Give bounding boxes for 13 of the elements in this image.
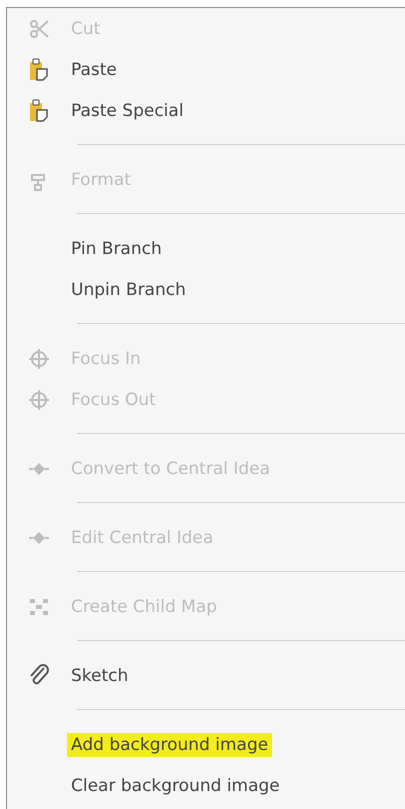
crosshair-icon bbox=[28, 348, 50, 370]
scissors-icon bbox=[28, 18, 50, 40]
clipboard-icon bbox=[28, 98, 50, 122]
menu-item[interactable]: Pin Branch bbox=[67, 236, 166, 260]
menu-item[interactable]: Clear background image bbox=[67, 774, 284, 798]
menu-item[interactable]: Sketch bbox=[67, 664, 132, 688]
menu-item[interactable]: Paste Special bbox=[67, 98, 188, 122]
crosshair-icon bbox=[28, 388, 50, 410]
menu-item[interactable]: Paste bbox=[67, 58, 121, 82]
clipboard-icon bbox=[28, 58, 50, 82]
paperclip-icon bbox=[28, 664, 50, 688]
menu-item[interactable]: Unpin Branch bbox=[67, 278, 190, 302]
menu-item[interactable]: Add background image bbox=[67, 732, 272, 756]
